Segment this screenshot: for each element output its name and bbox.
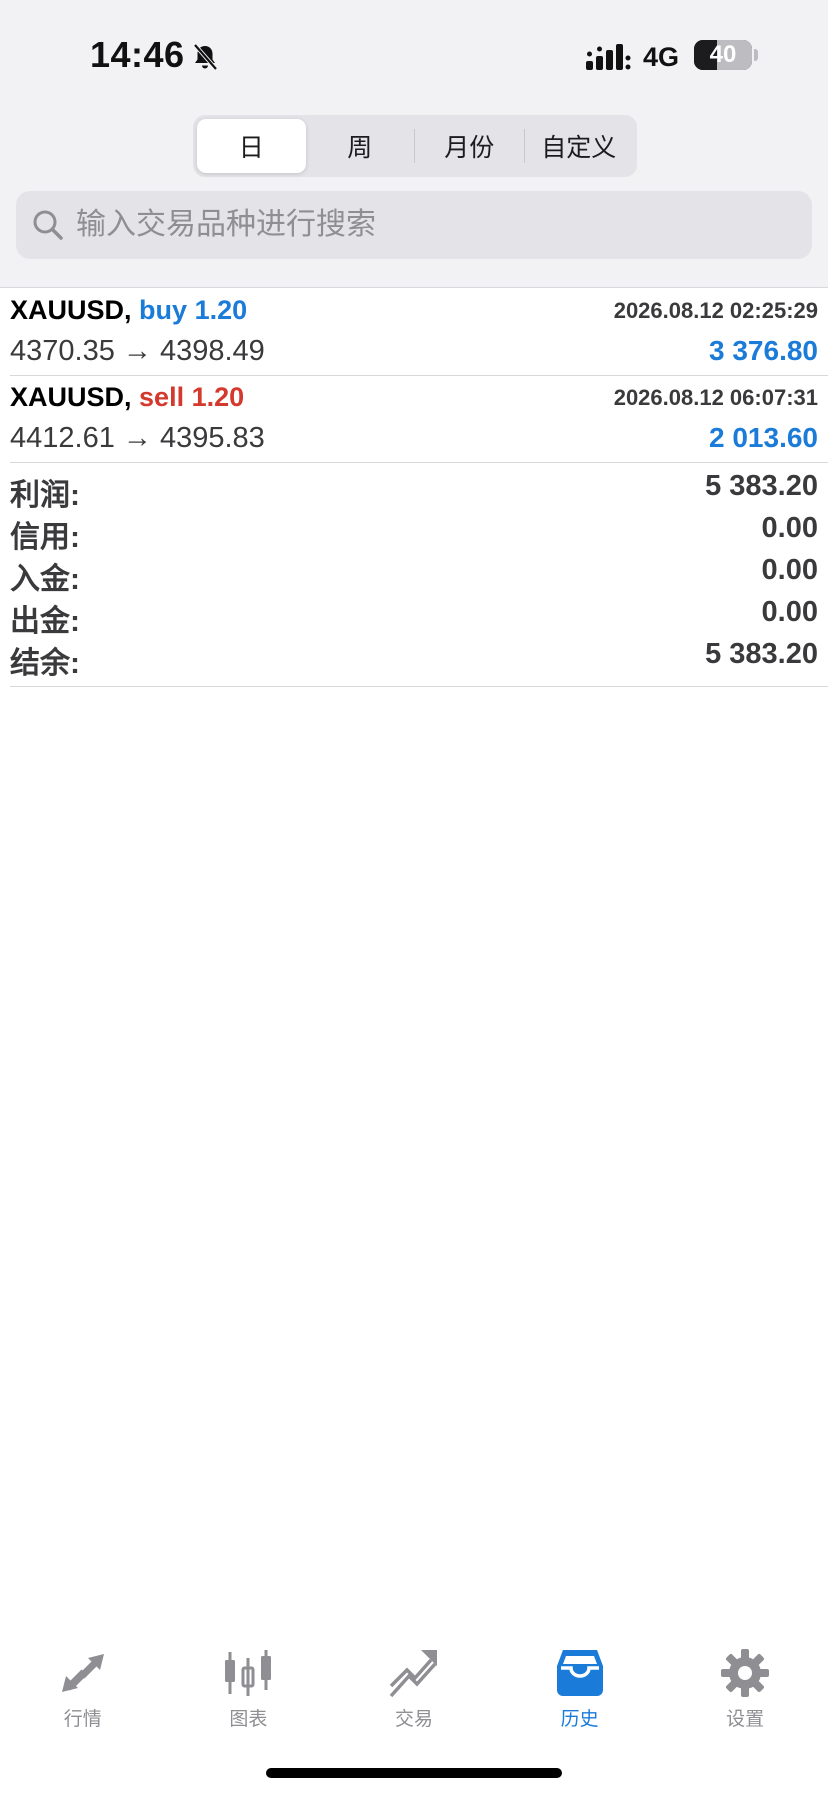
battery-icon: 40 [694,40,752,70]
search-bar[interactable] [16,191,812,259]
summary-value: 5 383.20 [705,470,818,502]
network-type: 4G [643,42,680,72]
summary-row-balance: 结余: 5 383.20 [10,634,828,680]
tab-charts[interactable]: 图表 [166,1630,332,1740]
arrow-icon: → [122,335,152,367]
trade-prices: 4370.35 → 4398.49 [10,335,265,368]
summary-value: 0.00 [761,554,818,586]
trade-symbol: XAUUSD, [10,295,132,325]
summary-label: 结余: [10,647,80,680]
quotes-arrows-icon [61,1654,104,1692]
tab-week[interactable]: 周 [306,119,415,173]
period-segmented-control: 日 周 月份 自定义 [193,115,637,177]
search-input[interactable] [76,191,796,259]
battery-level: 40 [709,41,737,68]
summary-value: 5 383.20 [705,638,818,670]
tab-quotes[interactable]: 行情 [0,1630,166,1740]
account-summary: 利润: 5 383.20 信用: 0.00 入金: 0.00 出金: 0.00 … [10,466,828,687]
trade-side: sell [139,382,185,412]
battery-cap [754,49,758,61]
bottom-tab-bar: 行情 图表 交易 历史 设置 [0,1630,828,1740]
status-bar: 14:46 4G 40 [0,0,828,110]
trade-title: XAUUSD, buy 1.20 [10,295,247,326]
tab-label: 行情 [63,1709,102,1730]
trade-row[interactable]: XAUUSD, sell 1.20 2026.08.12 06:07:31 44… [10,376,828,463]
search-icon [33,210,63,240]
summary-row-credit: 信用: 0.00 [10,508,828,554]
trade-side: buy [139,295,188,325]
trade-profit: 3 376.80 [709,335,818,366]
trade-symbol: XAUUSD, [10,382,132,412]
trade-list: XAUUSD, buy 1.20 2026.08.12 02:25:29 437… [0,289,828,463]
trade-prices: 4412.61 → 4395.83 [10,422,265,455]
bell-slash-icon [193,43,218,71]
trade-trend-icon [389,1650,437,1698]
arrow-icon: → [122,422,152,454]
history-inbox-icon [556,1650,603,1696]
cellular-signal-icon [586,44,631,70]
tab-label: 交易 [394,1709,433,1730]
trade-row[interactable]: XAUUSD, buy 1.20 2026.08.12 02:25:29 437… [10,289,828,376]
status-time: 14:46 [90,34,185,75]
tab-settings[interactable]: 设置 [662,1630,828,1740]
trade-volume: 1.20 [194,295,248,325]
trade-time: 2026.08.12 02:25:29 [613,298,818,323]
tab-month[interactable]: 月份 [415,119,524,173]
open-price: 4412.61 [10,422,115,454]
tab-label: 历史 [560,1709,599,1730]
trade-profit: 2 013.60 [709,422,818,453]
trade-volume: 1.20 [191,382,245,412]
tab-day[interactable]: 日 [197,119,306,173]
trade-time: 2026.08.12 06:07:31 [613,385,818,410]
gear-icon [721,1649,770,1697]
tab-label: 设置 [726,1709,765,1730]
summary-value: 0.00 [761,512,818,544]
trade-title: XAUUSD, sell 1.20 [10,382,244,413]
tab-label: 图表 [229,1709,268,1730]
summary-row-profit: 利润: 5 383.20 [10,466,828,512]
open-price: 4370.35 [10,335,115,367]
home-indicator[interactable] [266,1768,562,1778]
close-price: 4398.49 [159,335,265,367]
header-area: 14:46 4G 40 日 周 月份 自定义 [0,0,828,288]
tab-custom[interactable]: 自定义 [525,119,634,173]
close-price: 4395.83 [159,422,265,454]
summary-row-deposit: 入金: 0.00 [10,550,828,596]
summary-value: 0.00 [761,596,818,628]
summary-row-withdrawal: 出金: 0.00 [10,592,828,638]
tab-history[interactable]: 历史 [497,1630,663,1740]
tab-trade[interactable]: 交易 [331,1630,497,1740]
candlestick-chart-icon [225,1650,272,1696]
